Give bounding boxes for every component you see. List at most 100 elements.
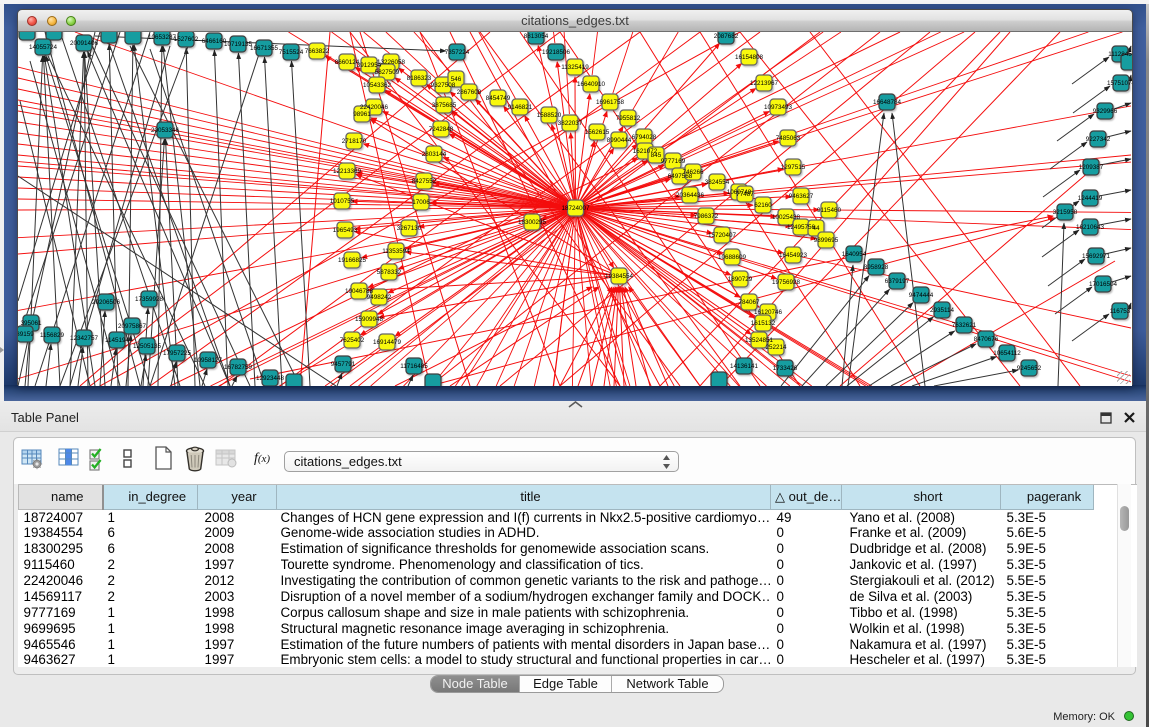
svg-text:12342757: 12342757 [70, 335, 99, 342]
svg-text:7242848: 7242848 [429, 126, 454, 133]
svg-text:3875685: 3875685 [432, 102, 457, 109]
svg-text:395061: 395061 [20, 320, 42, 327]
svg-text:12923448: 12923448 [256, 375, 285, 382]
svg-text:1156829: 1156829 [40, 332, 65, 339]
svg-text:3824554: 3824554 [705, 179, 730, 186]
svg-text:19166825: 19166825 [338, 257, 367, 264]
svg-text:11353594: 11353594 [382, 248, 410, 255]
svg-text:1733426: 1733426 [773, 365, 798, 372]
svg-text:16671355: 16671355 [250, 45, 279, 52]
svg-text:1297515: 1297515 [781, 164, 806, 171]
svg-text:44: 44 [812, 225, 820, 232]
svg-text:10958127: 10958127 [194, 357, 223, 364]
svg-text:22420046: 22420046 [360, 104, 389, 111]
svg-text:9227342: 9227342 [1086, 136, 1111, 143]
svg-text:11325419: 11325419 [561, 64, 589, 71]
svg-text:7986372: 7986372 [694, 213, 719, 220]
svg-text:252214: 252214 [765, 344, 787, 351]
svg-text:14055724: 14055724 [29, 44, 58, 51]
svg-text:9146821: 9146821 [508, 104, 533, 111]
svg-text:1562615: 1562615 [585, 129, 610, 136]
svg-text:10973493: 10973493 [764, 104, 793, 111]
svg-text:2718170: 2718170 [342, 138, 367, 145]
svg-text:20364436: 20364436 [676, 192, 705, 199]
svg-text:2867608: 2867608 [457, 89, 482, 96]
svg-text:784067: 784067 [738, 299, 760, 306]
svg-text:20053346: 20053346 [151, 127, 180, 134]
svg-text:2935114: 2935114 [930, 307, 955, 314]
svg-text:16210643: 16210643 [1076, 224, 1105, 231]
svg-text:15909948: 15909948 [355, 316, 384, 323]
svg-text:9899695: 9899695 [814, 237, 839, 244]
svg-text:3215958: 3215958 [1053, 209, 1078, 216]
svg-text:16782759: 16782759 [224, 364, 253, 371]
svg-text:1640954: 1640954 [842, 251, 867, 258]
svg-text:15720407: 15720407 [708, 232, 737, 239]
svg-text:12505135: 12505135 [133, 343, 162, 350]
svg-text:9777169: 9777169 [661, 158, 686, 165]
svg-text:7663822: 7663822 [305, 48, 330, 55]
svg-text:1890729: 1890729 [728, 276, 753, 283]
svg-text:19218506: 19218506 [542, 49, 571, 56]
svg-text:16120746: 16120746 [754, 309, 783, 316]
svg-text:16648784: 16648784 [873, 99, 902, 106]
svg-text:18300295: 18300295 [518, 219, 547, 226]
svg-text:15692971: 15692971 [1082, 253, 1111, 260]
svg-text:98961: 98961 [353, 111, 371, 118]
svg-text:9329966: 9329966 [1093, 108, 1118, 115]
svg-text:16914479: 16914479 [373, 339, 402, 346]
svg-text:116753: 116753 [1110, 308, 1131, 315]
svg-text:1588520: 1588520 [537, 112, 562, 119]
svg-text:2087682: 2087682 [714, 33, 739, 40]
svg-text:1209387: 1209387 [1079, 164, 1104, 171]
svg-text:9115460: 9115460 [817, 207, 842, 214]
svg-text:10654112: 10654112 [993, 350, 1021, 357]
svg-text:8813054: 8813054 [524, 33, 549, 40]
svg-text:10025438: 10025438 [772, 214, 801, 221]
svg-text:13524851: 13524851 [745, 337, 774, 344]
svg-text:19384554: 19384554 [605, 273, 634, 280]
svg-text:1010755: 1010755 [330, 198, 355, 205]
svg-text:17016504: 17016504 [1089, 281, 1118, 288]
svg-text:13226058: 13226058 [377, 59, 406, 66]
svg-text:8470676: 8470676 [974, 336, 999, 343]
svg-text:6379197: 6379197 [885, 278, 910, 285]
svg-text:7485063: 7485063 [776, 135, 801, 142]
svg-text:3267130: 3267130 [397, 225, 422, 232]
svg-text:39159: 39159 [18, 331, 34, 338]
svg-text:20975867: 20975867 [118, 323, 147, 330]
svg-text:15751074: 15751074 [1107, 80, 1132, 87]
svg-text:12213967: 12213967 [750, 80, 779, 87]
svg-text:7955812: 7955812 [616, 115, 641, 122]
svg-text:19756928: 19756928 [772, 279, 801, 286]
svg-text:9474444: 9474444 [909, 292, 934, 299]
svg-text:10543362: 10543362 [363, 82, 392, 89]
svg-text:5827509: 5827509 [375, 69, 400, 76]
svg-text:1112845: 1112845 [1108, 51, 1132, 58]
svg-text:9498242: 9498242 [367, 294, 392, 301]
svg-text:9327508: 9327508 [431, 82, 456, 89]
svg-text:1527602: 1527602 [174, 36, 199, 43]
svg-text:7632621: 7632621 [952, 322, 977, 329]
svg-text:17006: 17006 [412, 199, 430, 206]
svg-text:17957225: 17957225 [163, 350, 192, 357]
svg-text:16154808: 16154808 [735, 54, 764, 61]
svg-text:7515524: 7515524 [279, 49, 304, 56]
svg-text:8454749: 8454749 [486, 95, 511, 102]
svg-text:16454923: 16454923 [779, 252, 808, 259]
svg-text:7625402: 7625402 [340, 337, 365, 344]
svg-text:9463627: 9463627 [789, 193, 814, 200]
svg-text:1145194: 1145194 [105, 337, 130, 344]
svg-text:62160: 62160 [754, 202, 772, 209]
svg-text:746266: 746266 [682, 169, 704, 176]
svg-text:6794028: 6794028 [632, 134, 657, 141]
svg-text:9457791: 9457791 [331, 361, 356, 368]
svg-text:8186323: 8186323 [407, 75, 432, 82]
svg-text:8990444: 8990444 [607, 137, 632, 144]
svg-text:20091406: 20091406 [70, 40, 99, 47]
svg-text:16640910: 16640910 [577, 81, 606, 88]
svg-text:8958928: 8958928 [864, 264, 889, 271]
svg-text:3822037: 3822037 [558, 120, 583, 127]
svg-text:20206506: 20206506 [92, 299, 121, 306]
svg-text:9245652: 9245652 [1017, 365, 1042, 372]
